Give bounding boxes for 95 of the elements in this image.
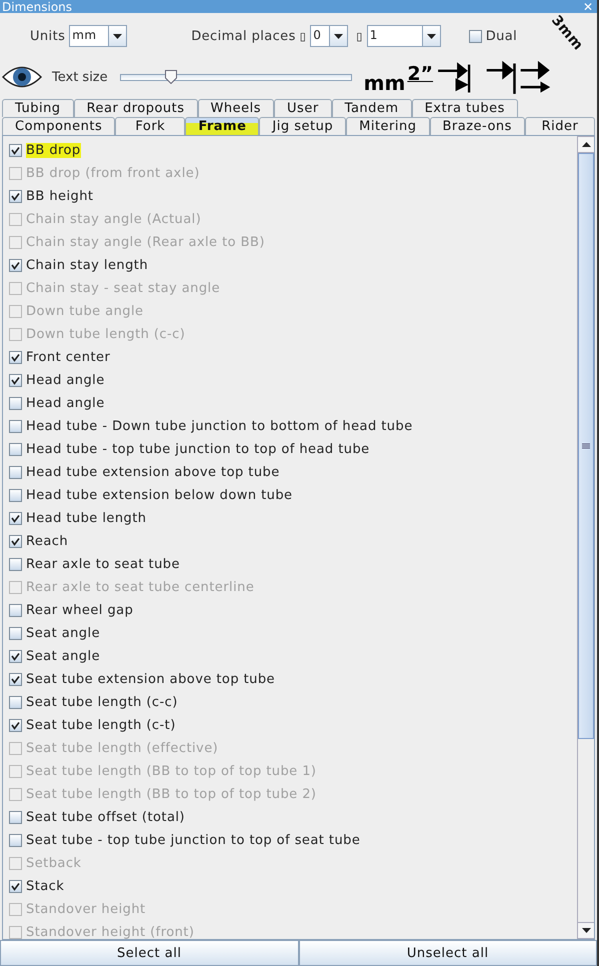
item-label[interactable]: BB height	[26, 189, 94, 204]
checkbox[interactable]	[9, 144, 22, 157]
item-label[interactable]: Head tube extension above top tube	[26, 465, 280, 480]
check-icon	[11, 261, 20, 270]
checkbox[interactable]	[9, 834, 22, 847]
caret-icon	[334, 34, 344, 38]
select-button[interactable]: Select all	[0, 940, 298, 966]
check-icon	[11, 537, 20, 546]
double-arrow-icon[interactable]	[519, 59, 552, 95]
caret-icon	[113, 34, 122, 38]
decimal-dropdown[interactable]: 0	[310, 25, 348, 47]
item-label[interactable]: Front center	[26, 350, 110, 365]
checkbox[interactable]	[9, 696, 22, 709]
item-label[interactable]: Reach	[26, 534, 68, 549]
item-label[interactable]: Seat angle	[26, 626, 100, 641]
checkbox[interactable]	[9, 420, 22, 433]
item-label[interactable]: Seat tube length (c-c)	[26, 695, 178, 710]
mm-label[interactable]: mm	[364, 71, 406, 95]
tab[interactable]: Extra tubes	[412, 99, 518, 117]
item-label[interactable]: Head tube - top tube junction to top of head tube	[26, 442, 370, 457]
item-label[interactable]: Seat tube extension above top tube	[26, 672, 275, 687]
scroll-thumb[interactable]	[578, 153, 594, 739]
select-button[interactable]: Unselect all	[298, 940, 597, 966]
scroll-up-icon	[582, 142, 590, 147]
check-icon	[11, 675, 20, 684]
glyph-label: ▯	[356, 30, 363, 42]
check-icon	[11, 192, 20, 201]
checkbox[interactable]	[9, 811, 22, 824]
decimal-places-label: Decimal places	[191, 28, 296, 44]
tab[interactable]: Rider	[524, 117, 596, 135]
checkbox[interactable]	[9, 719, 22, 732]
tab[interactable]: Wheels	[198, 99, 274, 117]
tab[interactable]: Tubing	[2, 99, 74, 117]
slider-thumb[interactable]	[165, 68, 178, 82]
check-icon	[11, 376, 20, 385]
item-label[interactable]: Head tube length	[26, 511, 146, 526]
tab[interactable]: Frame	[185, 117, 260, 135]
item-label[interactable]: Rear wheel gap	[26, 603, 134, 618]
check-icon	[11, 721, 20, 730]
dual-label: Dual	[486, 28, 518, 44]
caret-icon	[426, 34, 436, 38]
units-label: Units	[30, 28, 66, 44]
scroll-down-icon	[582, 928, 590, 933]
dual-checkbox[interactable]	[468, 30, 482, 42]
item-label[interactable]: Seat tube offset (total)	[26, 810, 185, 825]
checkbox[interactable]	[9, 190, 22, 203]
item-label[interactable]: Seat tube length (c-t)	[26, 718, 176, 733]
item-label[interactable]: Rear axle to seat tube	[26, 557, 180, 572]
checkbox[interactable]	[9, 466, 22, 479]
checkbox[interactable]	[9, 397, 22, 410]
tab[interactable]: Mitering	[346, 117, 430, 135]
item-label[interactable]: Head tube - Down tube junction to bottom of head tube	[26, 419, 413, 434]
item-label[interactable]: Head angle	[26, 373, 105, 388]
item-label[interactable]: Seat angle	[26, 649, 100, 664]
checkbox[interactable]	[9, 489, 22, 502]
item-label[interactable]: Head tube extension below down tube	[26, 488, 292, 503]
tab[interactable]: Jig setup	[259, 117, 346, 135]
tab[interactable]: Components	[2, 117, 116, 135]
item-label[interactable]: Head angle	[26, 396, 105, 411]
item-label[interactable]: Seat tube - top tube junction to top of seat tube	[26, 833, 360, 848]
checkbox[interactable]	[9, 443, 22, 456]
units-dropdown[interactable]: mm	[69, 25, 128, 47]
checkbox[interactable]	[9, 880, 22, 893]
checkbox[interactable]	[9, 259, 22, 272]
checkbox[interactable]	[9, 512, 22, 525]
text-size-label: Text size	[52, 70, 108, 84]
checkbox[interactable]	[9, 673, 22, 686]
check-icon	[11, 652, 20, 661]
check-icon	[11, 514, 20, 523]
window-title: Dimensions	[2, 1, 72, 13]
item-label[interactable]: BB drop	[26, 143, 81, 158]
inch-label[interactable]: 2”	[407, 63, 434, 95]
tab[interactable]: Rear dropouts	[74, 99, 198, 117]
checkbox[interactable]	[9, 374, 22, 387]
tab[interactable]: Fork	[115, 117, 186, 135]
check-icon	[11, 146, 20, 155]
checkbox[interactable]	[9, 650, 22, 663]
decimal-dropdown[interactable]: 1	[366, 25, 441, 47]
tab[interactable]: User	[274, 99, 332, 117]
item-label[interactable]: Chain stay length	[26, 258, 148, 273]
checkbox[interactable]	[9, 558, 22, 571]
item-label[interactable]: Stack	[26, 879, 64, 894]
check-icon	[11, 353, 20, 362]
tab[interactable]: Braze-ons	[430, 117, 525, 135]
checkbox[interactable]	[9, 604, 22, 617]
checkbox[interactable]	[9, 535, 22, 548]
check-icon	[11, 882, 20, 891]
tab[interactable]: Tandem	[332, 99, 412, 117]
checkbox[interactable]	[9, 627, 22, 640]
arrow-icon[interactable]	[485, 59, 518, 95]
scrollbar[interactable]	[577, 136, 594, 939]
eye-icon[interactable]	[2, 64, 42, 90]
checkbox[interactable]	[9, 351, 22, 364]
grip-icon	[582, 443, 590, 449]
glyph-label: ▯	[300, 30, 306, 42]
